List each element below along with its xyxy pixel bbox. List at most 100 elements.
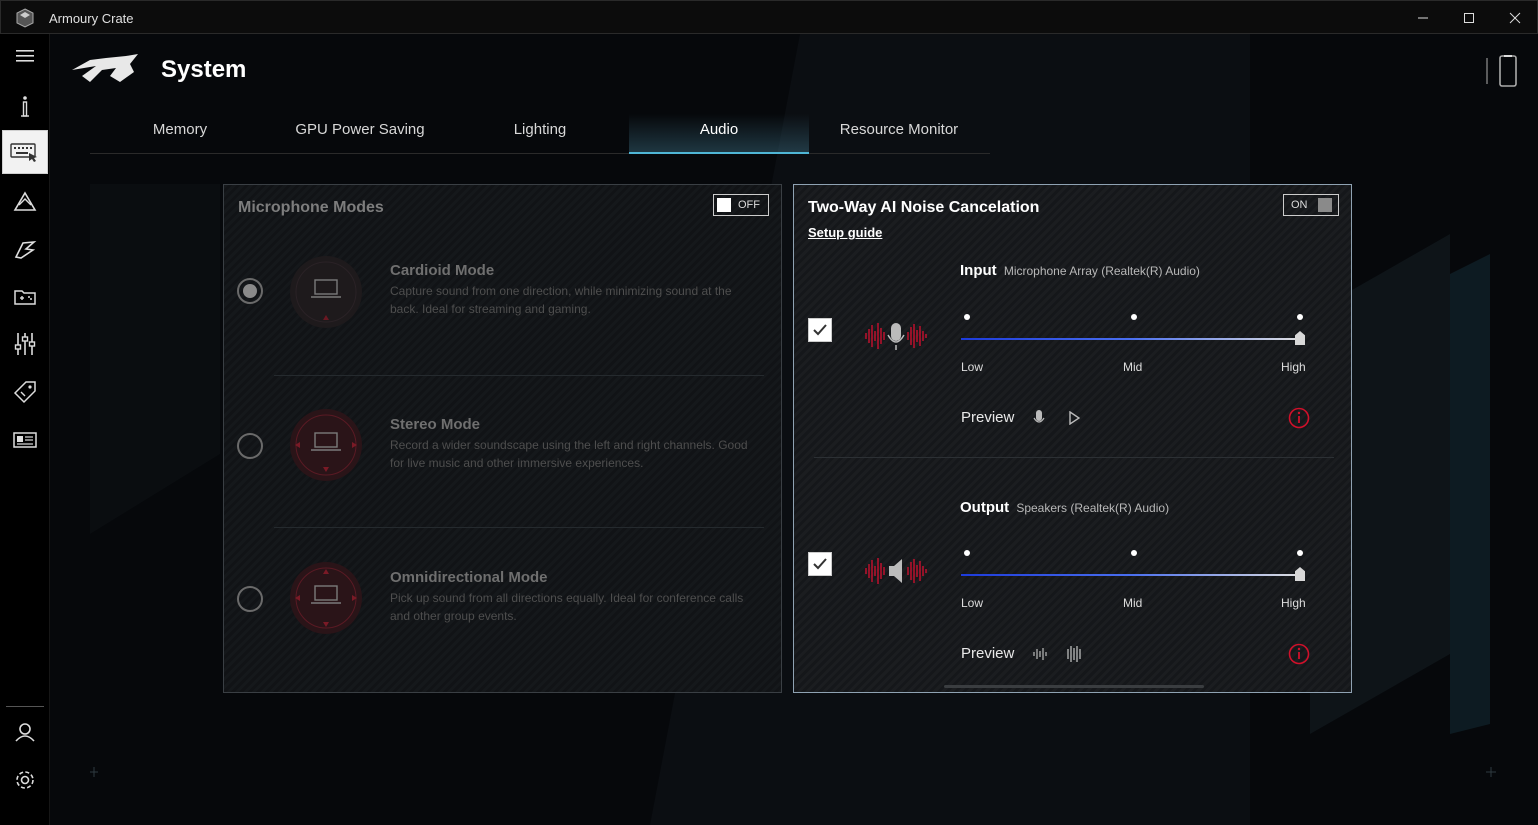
level-high-label: High (1281, 596, 1306, 610)
tab-gpu-power-saving[interactable]: GPU Power Saving (270, 114, 450, 154)
tab-resource-monitor[interactable]: Resource Monitor (809, 114, 989, 154)
mode-stereo[interactable]: Stereo Mode Record a wider soundscape us… (224, 378, 783, 530)
cardioid-title: Cardioid Mode (390, 262, 495, 279)
speaker-wave-icon (865, 558, 927, 584)
window-title: Armoury Crate (49, 11, 134, 26)
sidebar-item-armoury[interactable] (2, 228, 48, 272)
sidebar-item-aura[interactable] (2, 180, 48, 224)
armoury-crate-logo-icon (16, 8, 34, 28)
divider (274, 375, 764, 376)
toggle-state: OFF (738, 199, 760, 211)
sidebar (0, 34, 50, 825)
scenario-profiles-icon (14, 333, 36, 355)
level-low-label: Low (961, 360, 984, 374)
microphone-modes-panel: Microphone Modes OFF Cardioid Mode Captu… (223, 184, 782, 693)
slider-thumb[interactable] (1295, 567, 1305, 581)
maximize-button[interactable] (1446, 1, 1492, 35)
mode-cardioid[interactable]: Cardioid Mode Capture sound from one dir… (224, 225, 783, 377)
divider (274, 527, 764, 528)
stereo-radio[interactable] (237, 433, 263, 459)
output-device-name: Speakers (Realtek(R) Audio) (1016, 501, 1170, 515)
maximize-icon (1464, 13, 1474, 23)
sidebar-item-device[interactable] (2, 84, 48, 128)
close-button[interactable] (1492, 1, 1538, 35)
cardioid-description: Capture sound from one direction, while … (390, 284, 732, 316)
microphone-wave-icon (865, 323, 927, 350)
input-label-row: Input Microphone Array (Realtek(R) Audio… (960, 262, 1200, 279)
output-noise-level-slider[interactable]: Low Mid High (961, 550, 1306, 610)
mode-omnidirectional[interactable]: Omnidirectional Mode Pick up sound from … (224, 531, 783, 683)
slider-track (961, 338, 1301, 340)
output-preview-label: Preview (961, 645, 1015, 662)
setup-guide-link[interactable]: Setup guide (808, 225, 882, 240)
omnidirectional-description: Pick up sound from all directions equall… (390, 591, 744, 623)
minimize-button[interactable] (1400, 1, 1446, 35)
rog-logo-icon (72, 54, 138, 82)
cardioid-mode-icon (290, 256, 362, 328)
input-checkbox[interactable] (808, 318, 832, 342)
input-label: Input (960, 262, 997, 279)
armoury-icon (14, 240, 37, 259)
section-divider (814, 457, 1334, 458)
info-icon[interactable] (1288, 407, 1310, 429)
tab-bar: Memory GPU Power Saving Lighting Audio R… (90, 114, 990, 154)
toggle-knob (717, 198, 731, 212)
page-title: System (161, 56, 247, 83)
output-checkbox[interactable] (808, 552, 832, 576)
sidebar-item-deals[interactable] (2, 370, 48, 414)
noise-cancel-title: Two-Way AI Noise Cancelation (808, 199, 1040, 216)
sidebar-item-news[interactable] (2, 418, 48, 462)
settings-icon (16, 771, 34, 789)
tab-lighting[interactable]: Lighting (450, 114, 630, 154)
play-icon[interactable] (1068, 411, 1080, 425)
omnidirectional-title: Omnidirectional Mode (390, 569, 548, 586)
game-library-icon (14, 290, 36, 305)
level-mid-label: Mid (1123, 596, 1143, 610)
noise-cancel-toggle[interactable]: ON (1283, 194, 1339, 216)
slider-stop (1297, 314, 1303, 320)
slider-thumb[interactable] (1295, 331, 1305, 345)
sidebar-item-scenario[interactable] (2, 322, 48, 366)
cardioid-radio[interactable] (237, 278, 263, 304)
sidebar-item-game-library[interactable] (2, 274, 48, 318)
slider-stop (1131, 550, 1137, 556)
close-icon (1509, 12, 1521, 24)
level-mid-label: Mid (1123, 360, 1143, 374)
panel-scrollbar[interactable] (944, 685, 1204, 688)
info-icon[interactable] (1288, 643, 1310, 665)
slider-track (961, 574, 1301, 576)
main-content: System Memory GPU Power Saving Lighting … (50, 34, 1538, 825)
aura-icon (13, 191, 37, 211)
mic-modes-title: Microphone Modes (238, 199, 384, 216)
sidebar-item-settings[interactable] (2, 758, 48, 802)
mic-modes-toggle[interactable]: OFF (713, 194, 769, 216)
input-noise-level-slider[interactable]: Low Mid High (961, 314, 1306, 374)
tab-audio[interactable]: Audio (629, 114, 809, 154)
stereo-title: Stereo Mode (390, 416, 481, 433)
tab-memory[interactable]: Memory (90, 114, 270, 154)
checkmark-icon (813, 558, 827, 570)
output-label-row: Output Speakers (Realtek(R) Audio) (960, 499, 1169, 516)
sidebar-divider (6, 706, 44, 707)
sidebar-menu-button[interactable] (2, 34, 48, 78)
slider-stop (964, 550, 970, 556)
level-high-label: High (1281, 360, 1306, 374)
news-icon (13, 432, 37, 448)
omnidirectional-radio[interactable] (237, 586, 263, 612)
title-bar: Armoury Crate (0, 0, 1538, 34)
sidebar-item-system[interactable] (2, 130, 48, 174)
stereo-description: Record a wider soundscape using the left… (390, 438, 748, 470)
toggle-state: ON (1291, 199, 1308, 211)
record-microphone-icon[interactable] (1032, 409, 1046, 427)
noisy-audio-icon[interactable] (1032, 646, 1048, 662)
device-preview-icon (1486, 55, 1517, 87)
omnidirectional-mode-icon (290, 562, 362, 634)
minimize-icon (1418, 17, 1428, 19)
input-preview-label: Preview (961, 409, 1015, 426)
slider-stop (964, 314, 970, 320)
clean-audio-icon[interactable] (1066, 645, 1082, 663)
stereo-mode-icon (290, 409, 362, 481)
level-low-label: Low (961, 596, 984, 610)
device-info-icon (21, 96, 29, 117)
sidebar-item-user-center[interactable] (2, 710, 48, 754)
